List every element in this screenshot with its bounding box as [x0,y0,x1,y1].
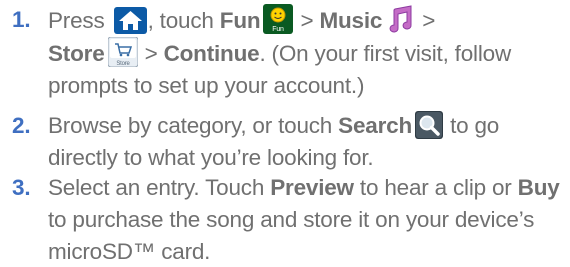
step-text: Press , touch Fun Fun > Music > Store St… [48,4,568,102]
svg-text:Store: Store [116,61,130,67]
music-note-icon [385,4,415,34]
step-number: 3. [12,175,31,200]
store-cart-icon: Store [107,37,138,67]
search-magnifier-icon [415,111,444,139]
step-text: Select an entry. Touch Preview to hear a… [48,175,560,264]
step-text: Browse by category, or touch Search to g… [48,111,500,170]
svg-text:Fun: Fun [273,26,285,33]
home-icon [113,7,147,34]
step-number: 2. [12,113,31,138]
step-number: 1. [12,7,31,32]
fun-icon: Fun [263,4,294,34]
